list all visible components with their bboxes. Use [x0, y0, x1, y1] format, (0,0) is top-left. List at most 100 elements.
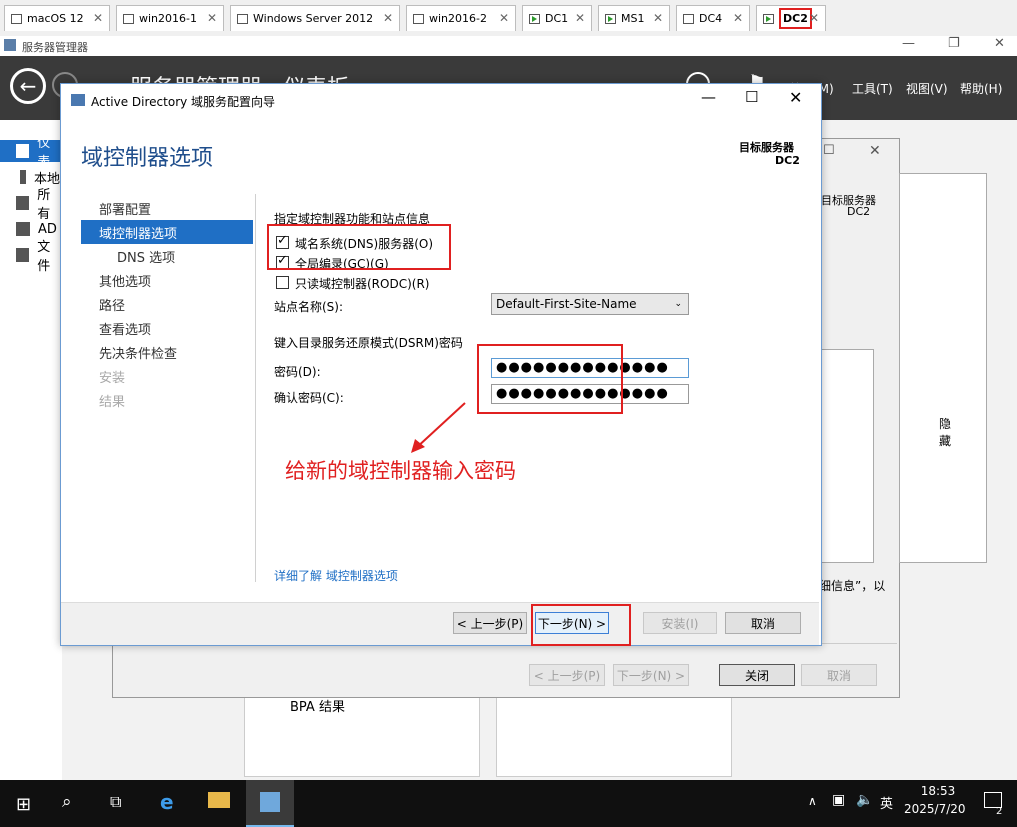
- close-icon[interactable]: ✕: [93, 11, 103, 25]
- password-label: 密码(D):: [274, 365, 321, 379]
- annotation-text: 给新的域控制器输入密码: [285, 459, 516, 483]
- minimize-icon[interactable]: —: [902, 36, 915, 51]
- maximize-icon[interactable]: ☐: [745, 88, 758, 106]
- nav-deployment-config[interactable]: 部署配置: [81, 196, 253, 220]
- ime-indicator[interactable]: 英: [880, 793, 893, 812]
- vm-running-icon: [529, 13, 540, 24]
- server-manager-titlebar: 服务器管理器 — ❐ ✕: [0, 36, 1017, 56]
- learn-more-link[interactable]: 详细了解 域控制器选项: [274, 567, 398, 584]
- nav-paths[interactable]: 路径: [81, 292, 253, 316]
- section-title-dsrm: 键入目录服务还原模式(DSRM)密码: [274, 336, 463, 350]
- server-manager-icon: [260, 792, 280, 812]
- rodc-checkbox[interactable]: [276, 276, 289, 289]
- task-view-icon[interactable]: ⧉: [110, 792, 121, 812]
- nav-review-options[interactable]: 查看选项: [81, 316, 253, 340]
- dashboard-tile: [244, 695, 480, 777]
- close-icon[interactable]: ✕: [809, 11, 819, 25]
- restore-icon[interactable]: ☐: [823, 143, 835, 158]
- close-icon[interactable]: ✕: [869, 143, 881, 159]
- nav-dc-options[interactable]: 域控制器选项: [81, 220, 253, 244]
- close-icon[interactable]: ✕: [789, 88, 802, 107]
- nav-install: 安装: [99, 370, 126, 386]
- vm-running-icon: [763, 13, 774, 24]
- vm-tab-strip: macOS 12 ✕ win2016-1 ✕ Windows Server 2012…: [0, 0, 1017, 37]
- nav-prereq-check[interactable]: 先决条件检查: [81, 340, 253, 364]
- servers-icon: [16, 196, 30, 210]
- server-icon: [20, 170, 26, 184]
- back-icon[interactable]: ←: [10, 68, 46, 104]
- vm-tab-dc2[interactable]: DC2 ✕: [756, 5, 826, 31]
- menu-help[interactable]: 帮助(H): [960, 80, 1002, 97]
- vm-icon: [413, 13, 424, 24]
- hide-link[interactable]: 隐藏: [939, 415, 951, 449]
- install-button[interactable]: 安装(I): [643, 612, 717, 634]
- prev-button[interactable]: < 上一步(P): [453, 612, 527, 634]
- close-icon[interactable]: ✕: [499, 11, 509, 25]
- close-icon[interactable]: ✕: [207, 11, 217, 25]
- vm-tab-win2016-2[interactable]: win2016-2 ✕: [406, 5, 516, 31]
- clock-time[interactable]: 18:53: [918, 784, 958, 798]
- target-server-value: DC2: [775, 154, 800, 167]
- file-explorer-icon[interactable]: [208, 792, 230, 808]
- vm-tab-dc4[interactable]: DC4 ✕: [676, 5, 750, 31]
- dialog-titlebar: Active Directory 域服务配置向导 — ☐ ✕: [61, 84, 819, 116]
- vm-icon: [123, 13, 134, 24]
- menu-tools[interactable]: 工具(T): [852, 80, 893, 97]
- vm-tab-macos12[interactable]: macOS 12 ✕: [4, 5, 110, 31]
- sidebar-item-files[interactable]: 文件: [0, 240, 62, 274]
- close-icon[interactable]: ✕: [994, 36, 1005, 51]
- vm-icon: [683, 13, 694, 24]
- nav-dns-options[interactable]: DNS 选项: [81, 244, 253, 268]
- annotation-arrow: [411, 402, 466, 453]
- ie-icon[interactable]: e: [160, 790, 174, 814]
- sidebar: 仪表 本地 所有 AD 文件: [0, 136, 62, 780]
- sidebar-item-all[interactable]: 所有: [0, 188, 62, 222]
- clock-date[interactable]: 2025/7/20: [904, 802, 966, 816]
- site-name-select[interactable]: Default-First-Site-Name ⌄: [491, 293, 689, 315]
- chevron-up-icon[interactable]: ∧: [808, 794, 817, 808]
- volume-icon[interactable]: 🔈: [856, 792, 873, 808]
- info-text: 细信息”，以: [819, 579, 886, 593]
- highlight-box: [477, 344, 623, 414]
- bpa-label: BPA 结果: [290, 700, 345, 715]
- cancel-button[interactable]: 取消: [725, 612, 801, 634]
- dashboard-tile: [496, 695, 732, 777]
- highlight-box: [267, 224, 451, 270]
- dashboard-icon: [16, 144, 30, 158]
- close-icon[interactable]: ✕: [733, 11, 743, 25]
- network-icon[interactable]: ▣: [832, 792, 845, 808]
- notification-count: 2: [996, 806, 1003, 817]
- confirm-password-label: 确认密码(C):: [274, 391, 344, 405]
- target-server-label: 目标服务器: [739, 141, 794, 154]
- server-manager-taskbar-button[interactable]: [246, 780, 294, 827]
- vm-tab-ms1[interactable]: MS1 ✕: [598, 5, 670, 31]
- sidebar-item-dashboard[interactable]: 仪表: [0, 136, 62, 170]
- window-title: 服务器管理器: [22, 41, 88, 54]
- dialog-title: Active Directory 域服务配置向导: [91, 95, 276, 109]
- cancel-button[interactable]: 取消: [801, 664, 877, 686]
- highlight-box: [531, 604, 631, 646]
- vm-tab-dc1[interactable]: DC1 ✕: [522, 5, 592, 31]
- rodc-label: 只读域控制器(RODC)(R): [295, 277, 430, 291]
- server-manager-icon: [4, 39, 16, 51]
- page-title: 域控制器选项: [81, 146, 214, 171]
- menu-view[interactable]: 视图(V): [906, 80, 948, 97]
- info-panel: [821, 349, 874, 563]
- vm-icon: [237, 13, 248, 24]
- wizard-icon: [71, 94, 85, 106]
- close-icon[interactable]: ✕: [383, 11, 393, 25]
- vm-tab-win2016-1[interactable]: win2016-1 ✕: [116, 5, 224, 31]
- windows-start-icon[interactable]: ⊞: [16, 794, 31, 815]
- minimize-icon[interactable]: —: [701, 88, 716, 106]
- next-button[interactable]: 下一步(N) >: [613, 664, 689, 686]
- site-name-label: 站点名称(S):: [274, 300, 344, 314]
- ad-icon: [16, 222, 30, 236]
- close-button[interactable]: 关闭: [719, 664, 795, 686]
- close-icon[interactable]: ✕: [575, 11, 585, 25]
- vm-tab-windows-server-2012[interactable]: Windows Server 2012 ✕: [230, 5, 400, 31]
- search-icon[interactable]: ⌕: [62, 792, 72, 812]
- restore-icon[interactable]: ❐: [948, 36, 960, 51]
- nav-additional-options[interactable]: 其他选项: [81, 268, 253, 292]
- close-icon[interactable]: ✕: [653, 11, 663, 25]
- prev-button[interactable]: < 上一步(P): [529, 664, 605, 686]
